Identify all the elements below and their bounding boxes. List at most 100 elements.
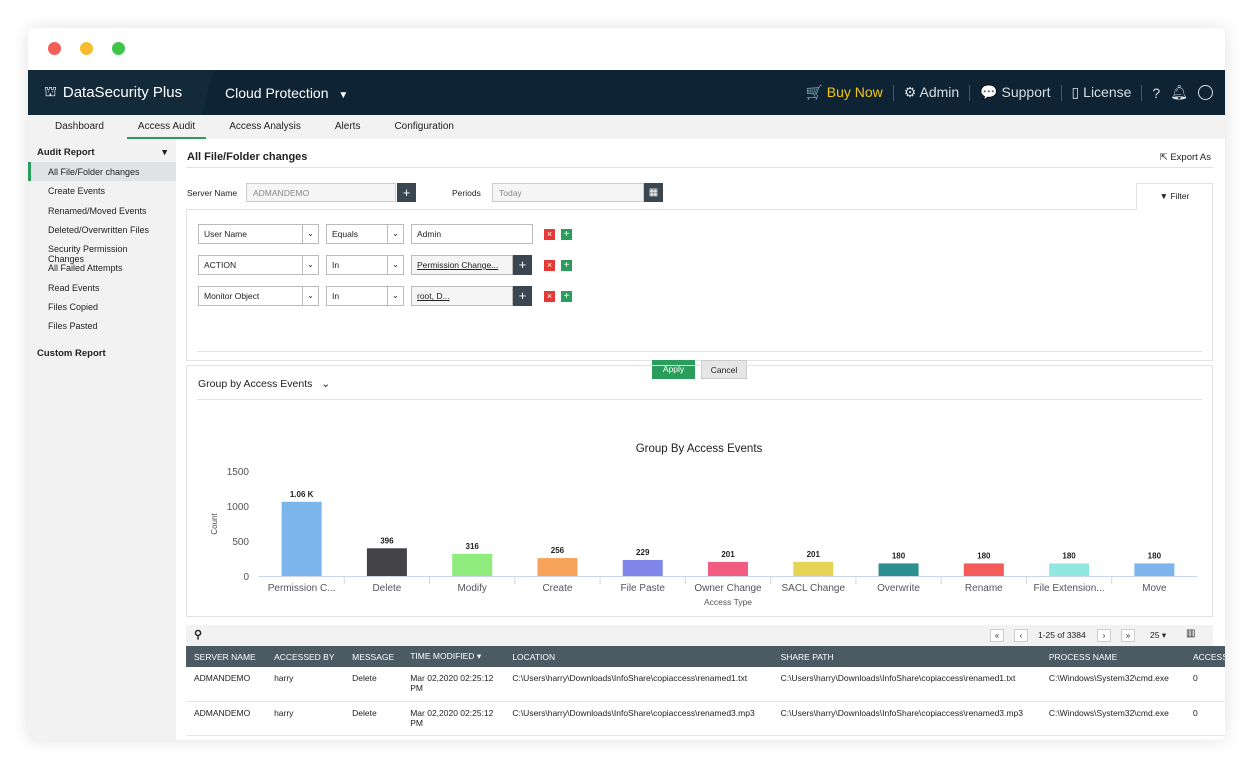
minimize-button[interactable] — [80, 42, 93, 55]
user-avatar-icon[interactable] — [1198, 85, 1213, 100]
add-value-button[interactable]: + — [513, 255, 532, 275]
column-header-label: ACCESSED BY — [274, 651, 335, 662]
product-switcher[interactable]: Cloud Protection ▼ — [225, 85, 348, 101]
filter-field-select[interactable]: Monitor Object ⌄ — [198, 286, 319, 306]
bar — [537, 558, 578, 576]
table-cell: C:\Windows\System32\cmd.exe — [1040, 701, 1185, 736]
filter-field-select[interactable]: User Name ⌄ — [198, 224, 319, 244]
calendar-icon[interactable]: ▦ — [644, 183, 663, 202]
table-row[interactable]: ADMANDEMO harry Delete Mar 02,2020 02:25:12… — [186, 701, 1225, 736]
remove-filter-button[interactable]: × — [544, 260, 555, 271]
table-row[interactable]: ADMANDEMO harry Delete Mar 02,2020 02:25:12… — [186, 667, 1225, 702]
last-page-button[interactable]: » — [1121, 629, 1135, 642]
close-button[interactable] — [48, 42, 61, 55]
filter-value-input[interactable]: Permission Change... — [411, 255, 513, 275]
buy-now-link[interactable]: 🛒 Buy Now — [805, 84, 882, 101]
add-server-button[interactable]: + — [397, 183, 416, 202]
add-filter-button[interactable]: + — [561, 291, 572, 302]
filter-field-value: User Name — [204, 229, 247, 239]
column-header[interactable]: PROCESS NAME — [1040, 646, 1185, 667]
table-cell: C:\Windows\System32\cmd.exe — [1040, 667, 1185, 702]
y-tick-label: 1000 — [227, 502, 250, 513]
support-label: Support — [1001, 84, 1051, 100]
column-header-label: SHARE PATH — [780, 651, 834, 662]
bell-icon[interactable]: 🔔︎ — [1170, 84, 1188, 101]
prev-page-button[interactable]: ‹ — [1014, 629, 1028, 642]
tab-access-audit[interactable]: Access Audit — [126, 115, 207, 139]
app-window: ⛫ DataSecurity Plus Cloud Protection ▼ 🛒 … — [28, 28, 1225, 740]
admin-link[interactable]: ⚙ Admin — [904, 84, 959, 101]
sidebar-item[interactable]: Deleted/Overwritten Files — [28, 220, 176, 239]
filter-value-input[interactable]: Admin — [411, 224, 533, 244]
per-page-select[interactable]: 25 ▾ — [1150, 630, 1166, 641]
periods-label: Periods — [452, 188, 481, 198]
column-header[interactable]: ACCESSED BY — [266, 646, 345, 667]
support-link[interactable]: 💬 Support — [980, 84, 1050, 101]
chevron-down-icon: ⌄ — [302, 287, 318, 305]
x-tick-label: Modify — [457, 583, 486, 594]
search-icon[interactable]: ⚲ — [194, 628, 202, 641]
tab-configuration[interactable]: Configuration — [383, 115, 464, 139]
export-as-button[interactable]: ⇱ Export As — [1160, 152, 1211, 163]
column-header[interactable]: LOCATION — [504, 646, 773, 667]
table-cell: C:\Users\harry\Downloads\InfoShare\copia… — [772, 701, 1041, 736]
sidebar-item[interactable]: All File/Folder changes — [28, 162, 176, 182]
filter-operator-select[interactable]: In ⌄ — [326, 255, 404, 275]
table-cell: Mar 02,2020 02:25:12 PM — [402, 701, 505, 736]
first-page-button[interactable]: « — [990, 629, 1004, 642]
server-name-input[interactable]: ADMANDEMO — [246, 183, 396, 202]
brand-logo[interactable]: ⛫ DataSecurity Plus — [28, 70, 213, 115]
sidebar-item[interactable]: Renamed/Moved Events — [28, 201, 176, 220]
remove-filter-button[interactable]: × — [544, 229, 555, 240]
sidebar-item[interactable]: Files Pasted — [28, 316, 176, 335]
license-icon: ▯ — [1071, 84, 1080, 100]
filter-operator-value: In — [332, 260, 340, 270]
tab-access-analysis[interactable]: Access Analysis — [218, 115, 312, 139]
bar-chart: Group By Access Events Count Access Type 0 5… — [210, 443, 1197, 607]
tab-alerts[interactable]: Alerts — [324, 115, 372, 139]
y-tick-label: 500 — [232, 537, 249, 548]
audit-report-header[interactable]: Audit Report ▾ — [28, 139, 176, 162]
column-settings-icon[interactable]: ▥ — [1186, 628, 1195, 639]
custom-report-header[interactable]: Custom Report — [28, 340, 176, 363]
bar — [366, 548, 407, 576]
column-header[interactable]: SHARE PATH — [772, 646, 1041, 667]
filter-value-input[interactable]: root, D... — [411, 286, 513, 306]
sidebar: Audit Report ▾ All File/Folder changes Cr… — [28, 139, 176, 740]
bar-data-label: 180 — [1062, 551, 1076, 560]
license-link[interactable]: ▯ License — [1072, 84, 1132, 101]
column-header[interactable]: TIME MODIFIED ▾ — [402, 646, 505, 667]
sidebar-item[interactable]: Files Copied — [28, 297, 176, 316]
column-header[interactable]: MESSAGE — [344, 646, 403, 667]
sidebar-item[interactable]: Security Permission Changes — [28, 239, 176, 264]
filter-field-value: ACTION — [204, 260, 237, 270]
help-icon[interactable]: ? — [1152, 85, 1160, 101]
filter-field-select[interactable]: ACTION ⌄ — [198, 255, 319, 275]
periods-input[interactable]: Today — [492, 183, 644, 202]
filter-button[interactable]: ▼ Filter — [1136, 183, 1213, 210]
add-value-button[interactable]: + — [513, 286, 532, 306]
column-header[interactable]: SERVER NAME — [186, 646, 267, 667]
sidebar-item[interactable]: Create Events — [28, 181, 176, 200]
y-tick-label: 1500 — [227, 467, 250, 478]
export-icon: ⇱ — [1159, 152, 1168, 163]
filter-operator-select[interactable]: Equals ⌄ — [326, 224, 404, 244]
product-name: Cloud Protection — [225, 84, 329, 101]
filter-operator-select[interactable]: In ⌄ — [326, 286, 404, 306]
next-page-button[interactable]: › — [1097, 629, 1111, 642]
sidebar-item[interactable]: Read Events — [28, 278, 176, 297]
tab-dashboard[interactable]: Dashboard — [44, 115, 115, 139]
remove-filter-button[interactable]: × — [544, 291, 555, 302]
filter-field-value: Monitor Object — [204, 291, 260, 301]
bar — [622, 559, 663, 576]
add-filter-button[interactable]: + — [561, 229, 572, 240]
x-tick-label: File Paste — [620, 583, 665, 594]
chevron-down-icon: ⌄ — [387, 256, 403, 274]
column-header[interactable]: ACCESS — [1184, 646, 1225, 667]
add-filter-button[interactable]: + — [561, 260, 572, 271]
maximize-button[interactable] — [112, 42, 125, 55]
column-header-label: TIME MODIFIED — [410, 651, 475, 661]
table-cell: C:\Users\harry\Downloads\InfoShare\copia… — [504, 701, 773, 736]
chart-title: Group By Access Events — [636, 443, 763, 455]
chart-panel: Group by Access Events ⌄ Group By Access… — [186, 365, 1213, 617]
